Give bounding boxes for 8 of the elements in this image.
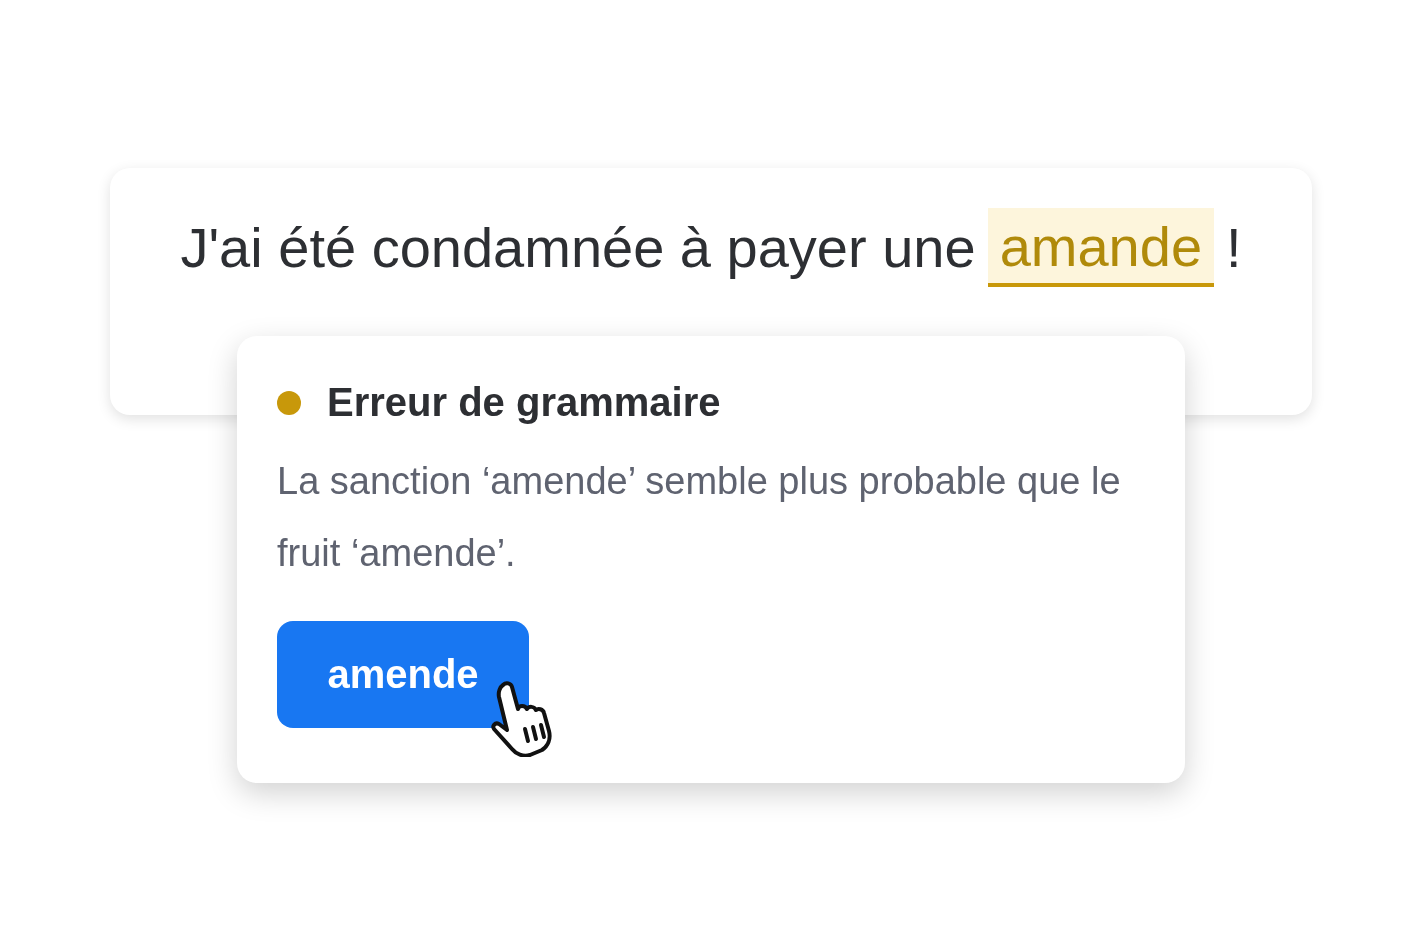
popup-title: Erreur de grammaire — [327, 380, 721, 425]
popup-message: La sanction ‘amende’ semble plus probable que le fruit ‘amende’. — [277, 459, 1122, 576]
exclamation-mark: ! — [1226, 215, 1242, 280]
flagged-word[interactable]: amande — [987, 208, 1215, 287]
status-dot — [277, 390, 301, 415]
sentence-text: J'ai été condamnée à payer une — [180, 215, 976, 280]
suggestion-button[interactable]: amende — [277, 621, 529, 728]
hand-cursor-icon — [489, 679, 555, 757]
